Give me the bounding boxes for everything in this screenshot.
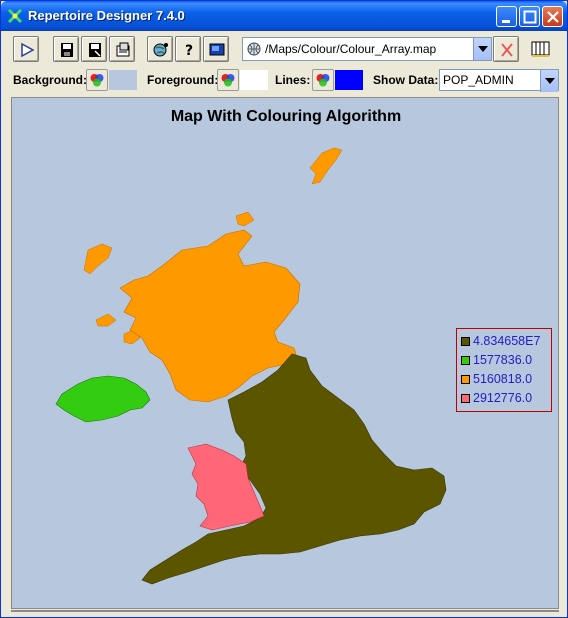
globe-settings-button[interactable] <box>147 36 173 62</box>
show-data-dropdown-arrow[interactable] <box>540 70 558 92</box>
minimize-button[interactable] <box>496 6 517 27</box>
legend-label: 2912776.0 <box>473 391 533 405</box>
main-toolbar: ? /Maps/Colour/Colour_Array.map <box>5 33 563 65</box>
foreground-color-button[interactable] <box>217 69 239 91</box>
region-scotland-islands[interactable] <box>309 147 343 185</box>
background-label: Background: <box>13 73 88 87</box>
help-icon: ? <box>185 43 193 59</box>
map-path-combo[interactable]: /Maps/Colour/Colour_Array.map <box>242 37 492 61</box>
help-button[interactable]: ? <box>175 36 201 62</box>
options-bar: Background: Foreground: Lines: Show Data… <box>5 67 563 93</box>
maximize-button[interactable] <box>519 6 540 27</box>
clear-icon <box>501 43 513 57</box>
window-title: Repertoire Designer 7.4.0 <box>28 8 185 23</box>
path-dropdown-arrow[interactable] <box>473 38 491 60</box>
app-window: Repertoire Designer 7.4.0 ? /Maps/Colour… <box>0 0 568 618</box>
chevron-down-icon <box>478 46 488 52</box>
map-canvas[interactable]: Map With Colouring Algorithm 4.834658E7 … <box>11 97 559 609</box>
save-button[interactable] <box>53 36 79 62</box>
legend-label: 5160818.0 <box>473 372 533 386</box>
legend-item: 4.834658E7 <box>457 332 551 351</box>
lines-color-button[interactable] <box>312 69 334 91</box>
map-title: Map With Colouring Algorithm <box>170 108 402 125</box>
panels-button[interactable] <box>527 36 555 62</box>
lines-label: Lines: <box>275 73 311 87</box>
legend-swatch <box>461 356 470 365</box>
region-scotland-islands[interactable] <box>95 313 117 327</box>
svg-text:?: ? <box>185 43 193 59</box>
region-northern-ireland[interactable] <box>55 375 151 423</box>
globe-settings-icon <box>153 43 168 57</box>
screen-button[interactable] <box>203 36 229 62</box>
legend-item: 1577836.0 <box>457 351 551 370</box>
legend-item: 2912776.0 <box>457 389 551 408</box>
save-as-button[interactable] <box>81 36 107 62</box>
panels-icon <box>531 41 550 57</box>
app-logo-icon <box>7 8 23 24</box>
rgb-picker-icon <box>90 74 104 87</box>
background-color-swatch[interactable] <box>109 70 137 90</box>
run-icon <box>21 42 35 58</box>
map-legend: 4.834658E7 1577836.0 5160818.0 2912776.0 <box>456 328 552 412</box>
legend-swatch <box>461 375 470 384</box>
rgb-picker-icon <box>221 74 235 87</box>
show-data-label: Show Data: <box>373 73 439 87</box>
show-data-select[interactable]: POP_ADMIN <box>439 69 559 92</box>
chevron-down-icon <box>545 78 555 84</box>
status-divider <box>11 610 559 612</box>
export-button[interactable] <box>109 36 135 62</box>
legend-label: 4.834658E7 <box>473 334 541 348</box>
run-button[interactable] <box>13 36 39 62</box>
region-scotland-islands[interactable] <box>83 243 113 275</box>
screen-icon <box>209 43 225 56</box>
clear-button[interactable] <box>493 36 519 62</box>
map-path-text: /Maps/Colour/Colour_Array.map <box>265 42 437 56</box>
lines-color-swatch[interactable] <box>335 70 363 90</box>
title-bar[interactable]: Repertoire Designer 7.4.0 <box>1 1 567 31</box>
save-as-icon <box>89 43 101 57</box>
legend-label: 1577836.0 <box>473 353 533 367</box>
legend-swatch <box>461 394 470 403</box>
background-color-button[interactable] <box>86 69 108 91</box>
foreground-label: Foreground: <box>147 73 219 87</box>
legend-swatch <box>461 337 470 346</box>
foreground-color-swatch[interactable] <box>240 70 268 90</box>
globe-icon <box>247 42 261 56</box>
legend-item: 5160818.0 <box>457 370 551 389</box>
save-icon <box>61 43 73 57</box>
show-data-value: POP_ADMIN <box>443 73 514 87</box>
rgb-picker-icon <box>316 74 330 87</box>
close-button[interactable] <box>542 6 563 27</box>
region-scotland-islands[interactable] <box>235 211 255 227</box>
export-icon <box>116 42 130 57</box>
